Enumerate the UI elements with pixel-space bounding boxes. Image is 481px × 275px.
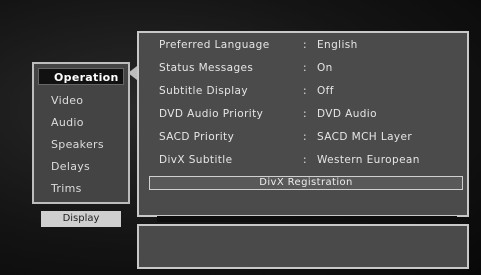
setting-separator: : <box>303 108 307 120</box>
setting-separator: : <box>303 62 307 74</box>
selection-pointer-icon <box>128 66 137 80</box>
setting-label: DivX Subtitle <box>159 154 233 166</box>
divx-registration-button[interactable]: DivX Registration <box>149 176 463 190</box>
setting-separator: : <box>303 85 307 97</box>
setting-row-sacd-priority[interactable]: SACD Priority : SACD MCH Layer <box>139 126 467 149</box>
setting-label: Subtitle Display <box>159 85 248 97</box>
sidebar-item-delays[interactable]: Delays <box>34 156 128 178</box>
setting-label: DVD Audio Priority <box>159 108 264 120</box>
tab-display[interactable]: Display <box>41 211 121 227</box>
setting-row-preferred-language[interactable]: Preferred Language : English <box>139 34 467 57</box>
sidebar-item-trims[interactable]: Trims <box>34 178 128 200</box>
setting-separator: : <box>303 131 307 143</box>
setting-separator: : <box>303 154 307 166</box>
setting-row-divx-subtitle[interactable]: DivX Subtitle : Western European <box>139 149 467 172</box>
setup-menu-screen: Operation Video Audio Speakers Delays Tr… <box>0 0 481 275</box>
setup-category-menu: Operation Video Audio Speakers Delays Tr… <box>32 62 130 204</box>
setting-value: On <box>317 62 333 74</box>
setting-value: DVD Audio <box>317 108 377 120</box>
setting-separator: : <box>303 39 307 51</box>
setting-row-dvd-audio-priority[interactable]: DVD Audio Priority : DVD Audio <box>139 103 467 126</box>
sidebar-item-speakers[interactable]: Speakers <box>34 134 128 156</box>
sidebar-item-operation[interactable]: Operation <box>38 68 124 85</box>
setting-label: SACD Priority <box>159 131 235 143</box>
info-panel <box>137 224 469 269</box>
sidebar-item-audio[interactable]: Audio <box>34 112 128 134</box>
setting-row-status-messages[interactable]: Status Messages : On <box>139 57 467 80</box>
setting-value: Western European <box>317 154 420 166</box>
settings-panel: Preferred Language : English Status Mess… <box>137 31 469 217</box>
screen-divider <box>157 216 457 222</box>
setting-label: Status Messages <box>159 62 254 74</box>
setting-label: Preferred Language <box>159 39 270 51</box>
setting-value: English <box>317 39 358 51</box>
setting-row-subtitle-display[interactable]: Subtitle Display : Off <box>139 80 467 103</box>
setting-value: SACD MCH Layer <box>317 131 413 143</box>
setting-value: Off <box>317 85 334 97</box>
sidebar-item-video[interactable]: Video <box>34 90 128 112</box>
